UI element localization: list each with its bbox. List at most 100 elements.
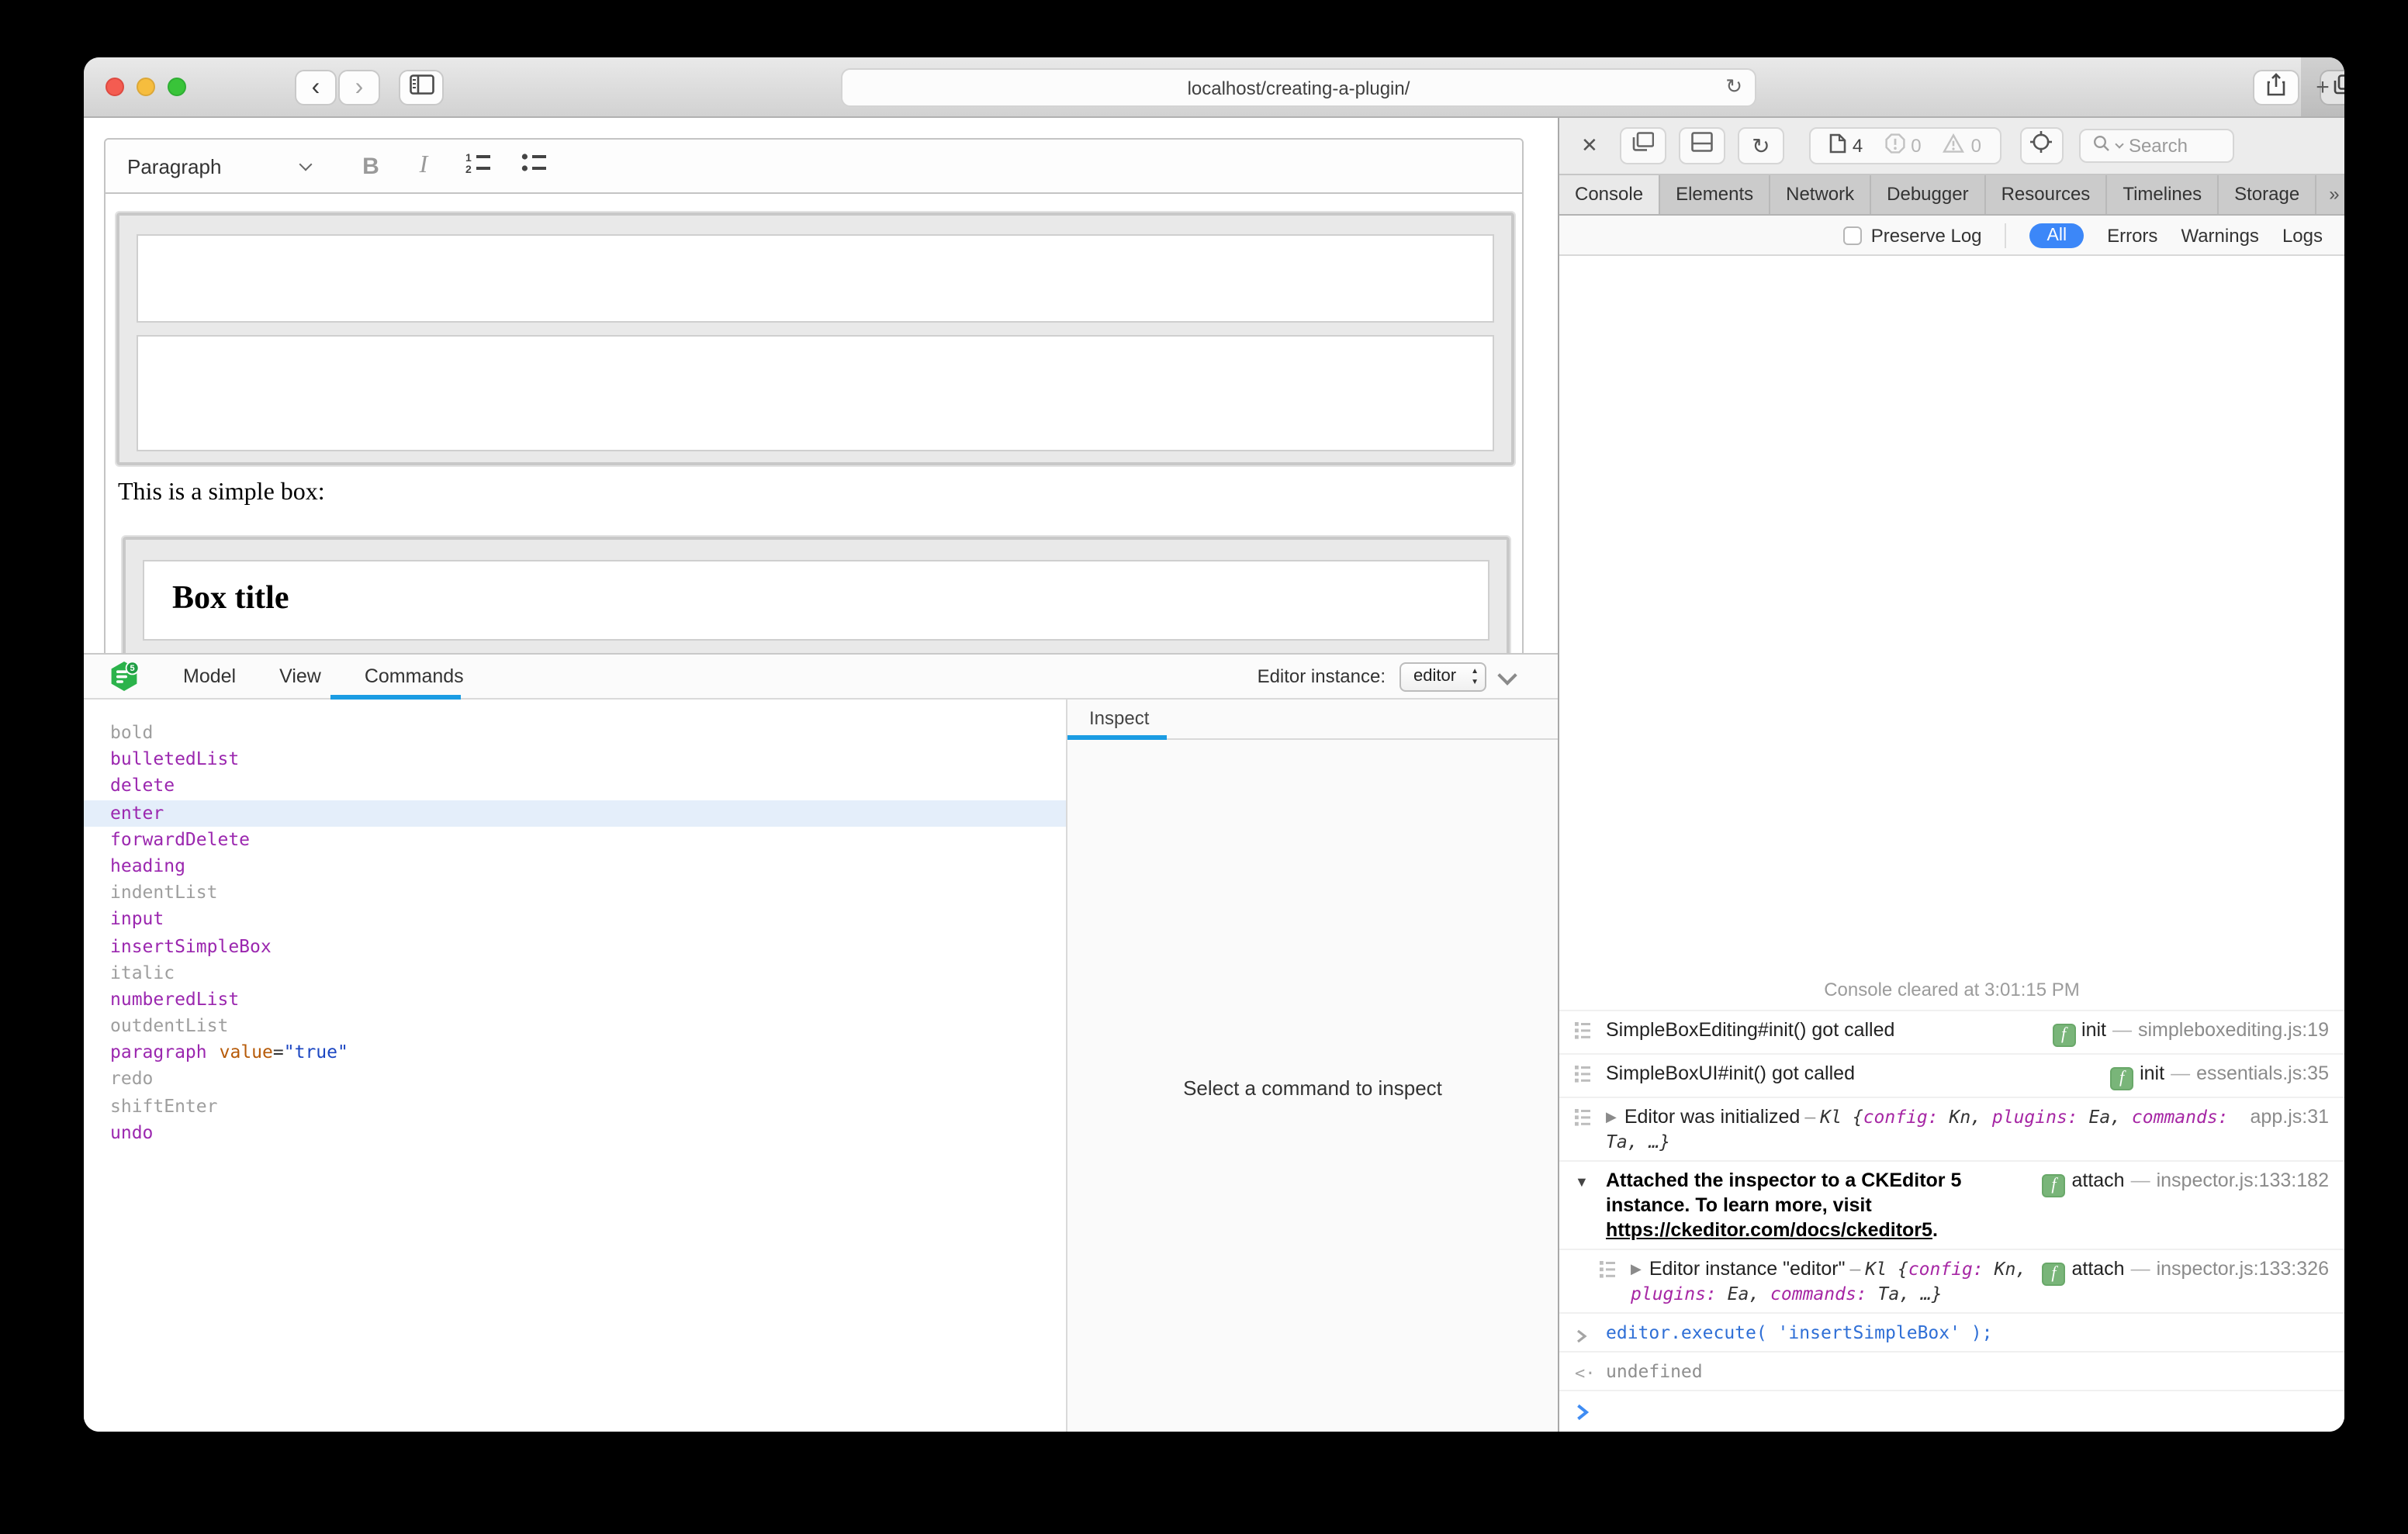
dock-to-bottom-button[interactable] (1679, 127, 1725, 164)
forward-button[interactable]: › (338, 70, 380, 105)
address-bar[interactable]: localhost/creating-a-plugin/ ↻ (841, 68, 1756, 107)
command-row-undo[interactable]: undo (84, 1120, 1066, 1146)
console-filter-bar: Preserve Log All Errors Warnings Logs (1559, 216, 2344, 256)
tab-view[interactable]: View (279, 665, 321, 687)
command-row-input[interactable]: input (84, 907, 1066, 933)
command-row-forwardDelete[interactable]: forwardDelete (84, 827, 1066, 853)
command-row-shiftEnter[interactable]: shiftEnter (84, 1093, 1066, 1119)
forward-icon: › (355, 74, 364, 102)
reload-icon: ↻ (1752, 133, 1770, 159)
active-tab-underline (1067, 735, 1167, 740)
command-row-heading[interactable]: heading (84, 853, 1066, 879)
disclosure-expanded-icon[interactable]: ▼ (1575, 1171, 1597, 1193)
function-badge-icon: f (2042, 1174, 2065, 1197)
ckeditor-docs-link[interactable]: https://ckeditor.com/docs/ckeditor5 (1606, 1219, 1932, 1241)
inspector-collapse-button[interactable] (1500, 662, 1514, 690)
log-message: SimpleBoxUI#init() got called (1606, 1062, 1855, 1084)
heading-dropdown-label: Paragraph (127, 154, 221, 178)
command-row-paragraph[interactable]: paragraphvalue="true" (84, 1040, 1066, 1066)
heading-dropdown[interactable]: Paragraph (127, 154, 310, 178)
disclosure-collapsed-icon[interactable]: ▶ (1631, 1261, 1642, 1277)
bold-button[interactable]: B (354, 153, 388, 179)
filter-errors-button[interactable]: Errors (2107, 224, 2157, 246)
simple-box-widget-selected[interactable] (116, 212, 1514, 465)
web-page: Paragraph B I 12 (84, 118, 1558, 1432)
console-info-row-expanded: ▼ Attached the inspector to a CKEditor 5… (1559, 1160, 2344, 1249)
simple-box-widget[interactable]: Box title (123, 537, 1510, 656)
preserve-log-checkbox[interactable] (1843, 226, 1862, 244)
command-row-bold[interactable]: bold (84, 720, 1066, 746)
numbered-list-button[interactable]: 12 (459, 151, 496, 181)
devtools-close-button[interactable]: ✕ (1581, 133, 1598, 158)
tab-inspect[interactable]: Inspect (1067, 700, 1149, 738)
command-row-bulletedList[interactable]: bulletedList (84, 746, 1066, 772)
devtools-tab-bar: Console Elements Network Debugger Resour… (1559, 175, 2344, 216)
console-prompt[interactable] (1559, 1390, 2344, 1432)
source-location-link[interactable]: inspector.js:133:326 (2157, 1258, 2329, 1280)
bulleted-list-icon (521, 151, 547, 181)
devtools-toolbar: ✕ ↻ (1559, 118, 2344, 175)
back-icon: ‹ (312, 74, 320, 102)
console-log-row: SimpleBoxEditing#init() got called finit… (1559, 1010, 2344, 1053)
reload-icon[interactable]: ↻ (1725, 74, 1742, 99)
disclosure-collapsed-icon[interactable]: ▶ (1606, 1109, 1617, 1125)
command-row-outdentList[interactable]: outdentList (84, 1013, 1066, 1039)
command-row-numberedList[interactable]: numberedList (84, 986, 1066, 1013)
tab-storage[interactable]: Storage (2219, 175, 2316, 214)
filter-all-button[interactable]: All (2030, 223, 2085, 247)
tab-debugger[interactable]: Debugger (1871, 175, 1985, 214)
web-inspector: ✕ ↻ (1558, 118, 2344, 1432)
log-type-icon (1575, 1109, 1590, 1131)
command-row-delete[interactable]: delete (84, 773, 1066, 800)
command-row-enter-selected[interactable]: enter (84, 800, 1066, 826)
preserve-log-control[interactable]: Preserve Log (1843, 224, 1982, 246)
tab-commands[interactable]: Commands (365, 665, 464, 687)
tab-resources[interactable]: Resources (1986, 175, 2108, 214)
search-scope-chevron-icon (2115, 140, 2123, 148)
source-location-link[interactable]: inspector.js:133:182 (2157, 1170, 2329, 1191)
share-icon (2267, 72, 2285, 103)
share-button[interactable] (2253, 70, 2299, 105)
command-row-italic[interactable]: italic (84, 959, 1066, 986)
bulleted-list-button[interactable] (515, 151, 552, 181)
element-picker-button[interactable] (2020, 127, 2064, 164)
close-window-button[interactable] (106, 78, 124, 96)
active-tab-underline (330, 695, 461, 700)
tab-model[interactable]: Model (183, 665, 236, 687)
console-input-echo-row: editor.execute( 'insertSimpleBox' ); (1559, 1312, 2344, 1351)
simple-box-title-field[interactable]: Box title (143, 560, 1489, 641)
simple-box-title-field[interactable] (137, 234, 1494, 323)
source-location-link[interactable]: essentials.js:35 (2196, 1062, 2329, 1084)
preserve-log-label: Preserve Log (1871, 224, 1982, 246)
italic-button[interactable]: I (407, 152, 441, 180)
simple-box-description-field[interactable] (137, 335, 1494, 451)
command-row-insertSimpleBox[interactable]: insertSimpleBox (84, 933, 1066, 959)
reload-page-button[interactable]: ↻ (1738, 127, 1784, 164)
source-location-link[interactable]: app.js:31 (2251, 1106, 2329, 1128)
filter-warnings-button[interactable]: Warnings (2181, 224, 2259, 246)
tab-network[interactable]: Network (1770, 175, 1871, 214)
sidebar-toggle-button[interactable] (399, 70, 444, 105)
minimize-window-button[interactable] (137, 78, 155, 96)
detach-window-icon (1632, 132, 1654, 160)
editor-editable-area[interactable]: This is a simple box: Box title (106, 194, 1522, 656)
zoom-window-button[interactable] (168, 78, 186, 96)
command-row-indentList[interactable]: indentList (84, 879, 1066, 906)
editor-instance-select[interactable]: editor ▲▼ (1399, 662, 1486, 691)
page-status-group[interactable]: 4 0 0 (1809, 127, 2001, 164)
inspector-body: bold bulletedList delete enter forwardDe… (84, 700, 1558, 1432)
tab-console[interactable]: Console (1559, 175, 1660, 214)
back-button[interactable]: ‹ (295, 70, 337, 105)
devtools-search-field[interactable]: Search (2079, 129, 2234, 163)
detach-window-button[interactable] (1620, 127, 1666, 164)
tab-timelines[interactable]: Timelines (2107, 175, 2219, 214)
new-tab-button[interactable]: + (2301, 57, 2344, 116)
tab-overflow-button[interactable]: » (2316, 175, 2344, 214)
log-title: Editor was initialized (1624, 1106, 1801, 1128)
tab-elements[interactable]: Elements (1660, 175, 1770, 214)
search-placeholder: Search (2129, 135, 2188, 157)
source-location-link[interactable]: simpleboxediting.js:19 (2138, 1019, 2329, 1041)
command-row-redo[interactable]: redo (84, 1066, 1066, 1093)
search-icon (2093, 132, 2110, 160)
filter-logs-button[interactable]: Logs (2282, 224, 2323, 246)
